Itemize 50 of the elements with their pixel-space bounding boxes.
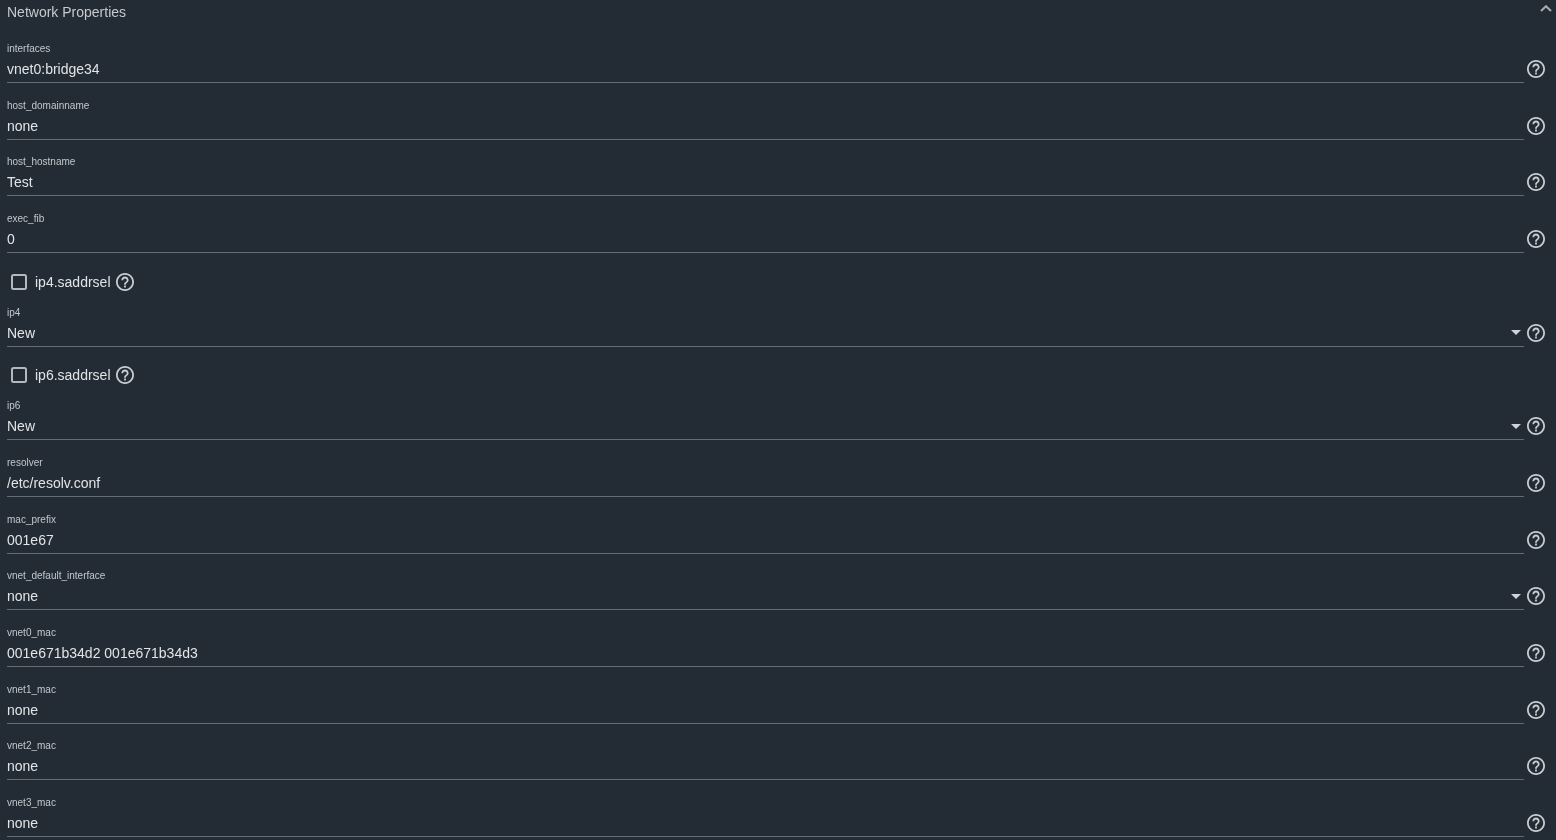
checkbox-label[interactable]: ip4.saddrsel — [35, 271, 111, 292]
input-field[interactable]: Test — [7, 172, 1524, 197]
help-icon[interactable] — [115, 272, 134, 291]
help-icon[interactable] — [1527, 700, 1545, 719]
input-field[interactable]: vnet0:bridge34 — [7, 59, 1524, 83]
field-label: interfaces — [7, 43, 51, 55]
field-label: vnet_default_interface — [7, 570, 106, 583]
field-label: resolver — [7, 456, 43, 469]
input-field[interactable]: none — [7, 699, 1524, 724]
section-title: Network Properties — [7, 3, 127, 22]
help-icon[interactable] — [1527, 473, 1545, 492]
input-field[interactable]: 001e671b34d2 001e671b34d3 — [7, 642, 1524, 667]
dropdown[interactable]: New — [7, 416, 1524, 441]
field-label: mac_prefix — [7, 513, 56, 526]
input-field[interactable]: /etc/resolv.conf — [7, 472, 1524, 497]
input-field[interactable]: 0 — [7, 228, 1524, 253]
input-field[interactable]: none — [7, 812, 1524, 837]
help-icon[interactable] — [1527, 530, 1545, 549]
dropdown[interactable]: New — [7, 322, 1524, 347]
input-field[interactable]: none — [7, 756, 1524, 781]
field-label: ip4 — [7, 306, 21, 319]
help-icon[interactable] — [1527, 643, 1545, 662]
field-label: vnet0_mac — [7, 626, 56, 639]
checkbox[interactable] — [11, 273, 27, 290]
caret-icon — [1511, 423, 1521, 429]
field-label: vnet2_mac — [7, 740, 56, 753]
field-label: host_domainname — [7, 99, 90, 112]
field-label: ip6 — [7, 400, 21, 413]
caret-icon — [1511, 593, 1521, 599]
field-label: vnet3_mac — [7, 796, 56, 809]
input-field[interactable]: none — [7, 115, 1524, 140]
help-icon[interactable] — [115, 366, 134, 385]
help-icon[interactable] — [1527, 116, 1545, 135]
field-label: exec_fib — [7, 212, 45, 225]
input-field[interactable]: 001e67 — [7, 529, 1524, 554]
field-label: host_hostname — [7, 156, 76, 169]
help-icon[interactable] — [1527, 323, 1545, 342]
checkbox[interactable] — [11, 367, 27, 384]
caret-icon — [1511, 330, 1521, 336]
dropdown[interactable]: none — [7, 586, 1524, 611]
help-icon[interactable] — [1527, 813, 1545, 832]
help-icon[interactable] — [1527, 587, 1545, 606]
help-icon[interactable] — [1527, 757, 1545, 776]
help-icon[interactable] — [1527, 60, 1545, 78]
chevron-up-icon[interactable] — [1540, 4, 1552, 12]
help-icon[interactable] — [1527, 417, 1545, 436]
checkbox-label[interactable]: ip6.saddrsel — [35, 365, 111, 386]
field-label: vnet1_mac — [7, 683, 56, 696]
help-icon[interactable] — [1527, 173, 1545, 192]
help-icon[interactable] — [1527, 229, 1545, 248]
